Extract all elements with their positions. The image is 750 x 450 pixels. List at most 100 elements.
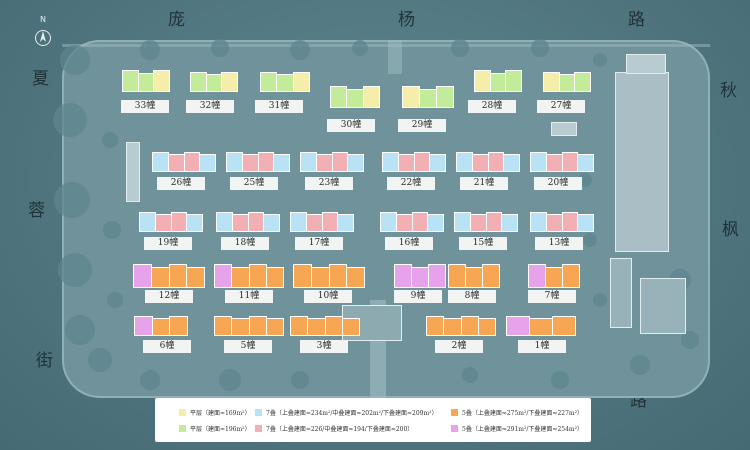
building-12[interactable] bbox=[456, 152, 520, 172]
building-2[interactable] bbox=[190, 72, 238, 92]
building-15[interactable] bbox=[216, 212, 280, 232]
building-21[interactable] bbox=[214, 264, 284, 288]
building-19[interactable] bbox=[530, 212, 594, 232]
legend-item-7-storey-a: 7叠（上叠建面≈234m²/中叠建面≈202m²/下叠建面≈209m²） bbox=[255, 408, 438, 417]
building-unit bbox=[448, 264, 466, 288]
building-unit bbox=[257, 152, 275, 172]
building-30[interactable] bbox=[506, 316, 576, 336]
tree-cluster bbox=[462, 367, 478, 383]
building-unit bbox=[330, 86, 348, 108]
building-unit bbox=[186, 214, 203, 232]
building-unit bbox=[558, 74, 576, 92]
tree-cluster bbox=[102, 132, 118, 148]
legend-label: 7叠（上叠建面≈234m²/中叠建面≈202m²/下叠建面≈209m²） bbox=[266, 410, 438, 417]
building-4[interactable] bbox=[330, 86, 380, 108]
building-unit bbox=[167, 154, 185, 172]
building-label: 26幢 bbox=[157, 177, 205, 190]
building-9[interactable] bbox=[226, 152, 290, 172]
tree-cluster bbox=[290, 40, 310, 60]
building-label: 20幢 bbox=[534, 177, 582, 190]
building-label: 22幢 bbox=[387, 177, 435, 190]
building-unit bbox=[477, 318, 496, 336]
building-unit bbox=[134, 316, 153, 336]
building-label: 28幢 bbox=[468, 100, 516, 113]
building-1[interactable] bbox=[122, 70, 170, 92]
building-unit bbox=[506, 316, 530, 336]
building-unit bbox=[168, 264, 188, 288]
building-unit bbox=[214, 264, 233, 288]
building-unit bbox=[122, 70, 139, 92]
building-unit bbox=[394, 264, 412, 288]
building-unit bbox=[427, 214, 444, 232]
legend-label: 5叠（上叠建面≈275m²/下叠建面≈227m²） bbox=[462, 410, 583, 417]
building-label: 1幢 bbox=[518, 340, 566, 353]
building-unit bbox=[382, 152, 399, 172]
building-unit bbox=[574, 72, 591, 92]
tree-cluster bbox=[551, 371, 569, 389]
building-23[interactable] bbox=[394, 264, 446, 288]
building-14[interactable] bbox=[139, 212, 203, 232]
building-16[interactable] bbox=[290, 212, 354, 232]
building-17[interactable] bbox=[380, 212, 444, 232]
building-label: 21幢 bbox=[460, 177, 508, 190]
building-unit bbox=[154, 214, 172, 232]
building-unit bbox=[482, 264, 500, 288]
legend-swatch bbox=[179, 425, 186, 432]
building-13[interactable] bbox=[530, 152, 594, 172]
building-unit bbox=[429, 154, 446, 172]
building-unit bbox=[529, 318, 553, 336]
building-unit bbox=[454, 212, 471, 232]
building-label: 18幢 bbox=[221, 237, 269, 250]
building-26[interactable] bbox=[134, 316, 188, 336]
tree-cluster bbox=[531, 39, 549, 57]
building-27[interactable] bbox=[214, 316, 284, 336]
building-18[interactable] bbox=[454, 212, 518, 232]
tree-cluster bbox=[53, 103, 87, 137]
building-label: 7幢 bbox=[528, 290, 576, 303]
building-unit bbox=[460, 316, 479, 336]
tree-cluster bbox=[219, 369, 241, 391]
building-25[interactable] bbox=[528, 264, 580, 288]
commercial-building bbox=[615, 72, 669, 252]
building-10[interactable] bbox=[300, 152, 364, 172]
building-29[interactable] bbox=[426, 316, 496, 336]
legend-swatch bbox=[179, 409, 186, 416]
building-20[interactable] bbox=[133, 264, 205, 288]
building-24[interactable] bbox=[448, 264, 500, 288]
building-unit bbox=[341, 318, 360, 336]
building-unit bbox=[413, 152, 431, 172]
building-unit bbox=[241, 154, 259, 172]
tree-cluster bbox=[88, 348, 112, 372]
tree-cluster bbox=[54, 182, 90, 218]
building-unit bbox=[545, 154, 563, 172]
building-6[interactable] bbox=[474, 70, 522, 92]
building-unit bbox=[501, 214, 518, 232]
tree-cluster bbox=[593, 293, 607, 307]
building-label: 2幢 bbox=[435, 340, 483, 353]
building-unit bbox=[305, 214, 323, 232]
building-8[interactable] bbox=[152, 152, 216, 172]
building-28[interactable] bbox=[290, 316, 360, 336]
building-unit bbox=[562, 264, 580, 288]
building-label: 25幢 bbox=[230, 177, 278, 190]
building-unit bbox=[331, 152, 349, 172]
tree-cluster bbox=[103, 221, 121, 239]
building-unit bbox=[139, 212, 156, 232]
building-unit bbox=[133, 264, 152, 288]
building-unit bbox=[273, 154, 290, 172]
building-7[interactable] bbox=[543, 72, 591, 92]
building-11[interactable] bbox=[382, 152, 446, 172]
building-unit bbox=[346, 88, 364, 108]
building-unit bbox=[337, 214, 354, 232]
building-5[interactable] bbox=[402, 86, 454, 108]
building-unit bbox=[265, 318, 284, 336]
building-3[interactable] bbox=[260, 72, 310, 92]
legend-swatch bbox=[451, 409, 458, 416]
building-unit bbox=[315, 154, 333, 172]
building-unit bbox=[186, 266, 205, 288]
building-unit bbox=[577, 154, 594, 172]
tree-cluster bbox=[583, 233, 597, 247]
building-unit bbox=[436, 86, 454, 108]
building-label: 5幢 bbox=[224, 340, 272, 353]
building-22[interactable] bbox=[293, 264, 365, 288]
